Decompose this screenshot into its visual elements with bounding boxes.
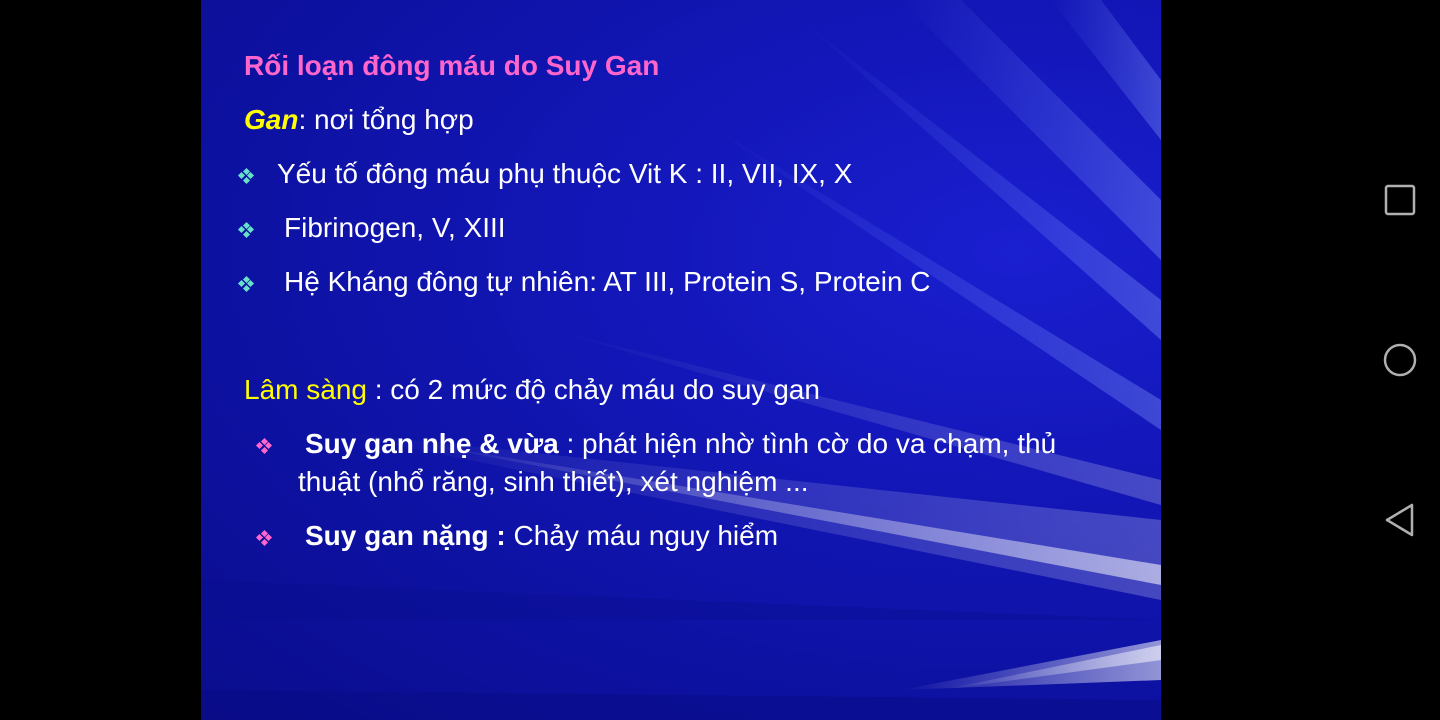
- sub-bullet-text: Chảy máu nguy hiểm: [505, 520, 779, 551]
- slide-title: Rối loạn đông máu do Suy Gan: [244, 50, 660, 81]
- sub-bullet-bold: Suy gan nặng :: [305, 520, 506, 551]
- circle-icon: [1383, 343, 1417, 377]
- gan-definition-line: Gan: nơi tổng hợp: [244, 104, 474, 136]
- triangle-back-icon: [1385, 503, 1414, 537]
- gan-definition-text: : nơi tổng hợp: [298, 104, 474, 135]
- diamond-bullet-icon: [255, 529, 273, 546]
- bullet-text: Yếu tố đông máu phụ thuộc Vit K : II, VI…: [277, 158, 853, 189]
- sub-bullet-item: Suy gan nặng : Chảy máu nguy hiểm: [255, 520, 779, 552]
- bullet-item: Yếu tố đông máu phụ thuộc Vit K : II, VI…: [237, 158, 853, 190]
- diamond-bullet-icon: [237, 275, 255, 292]
- clinical-line: Lâm sàng : có 2 mức độ chảy máu do suy g…: [244, 374, 820, 406]
- diamond-bullet-icon: [237, 221, 255, 238]
- recents-button[interactable]: [1382, 182, 1418, 218]
- gan-keyword: Gan: [244, 104, 299, 135]
- bullet-item: Fibrinogen, V, XIII: [237, 212, 506, 244]
- clinical-label: Lâm sàng: [244, 374, 367, 405]
- bullet-text: Hệ Kháng đông tự nhiên: AT III, Protein …: [284, 266, 931, 297]
- sub-bullet-continuation: thuật (nhổ răng, sinh thiết), xét nghiệm…: [298, 466, 809, 497]
- bullet-item: Hệ Kháng đông tự nhiên: AT III, Protein …: [237, 266, 931, 298]
- sub-bullet-bold: Suy gan nhẹ & vừa: [305, 428, 559, 459]
- presentation-slide: Rối loạn đông máu do Suy Gan Gan: nơi tổ…: [201, 0, 1161, 720]
- square-icon: [1384, 184, 1416, 216]
- clinical-text: : có 2 mức độ chảy máu do suy gan: [366, 374, 820, 405]
- bullet-text: Fibrinogen, V, XIII: [284, 212, 506, 243]
- screen: Rối loạn đông máu do Suy Gan Gan: nơi tổ…: [0, 0, 1440, 720]
- android-navigation-bar: [1161, 0, 1440, 720]
- home-button[interactable]: [1382, 342, 1418, 378]
- sub-bullet-text: : phát hiện nhờ tình cờ do va chạm, thủ: [558, 428, 1057, 459]
- slide-content: Rối loạn đông máu do Suy Gan Gan: nơi tổ…: [201, 0, 1161, 720]
- back-button[interactable]: [1382, 502, 1418, 538]
- sub-bullet-item: Suy gan nhẹ & vừa : phát hiện nhờ tình c…: [255, 428, 1057, 460]
- diamond-bullet-icon: [255, 437, 273, 454]
- diamond-bullet-icon: [237, 167, 255, 184]
